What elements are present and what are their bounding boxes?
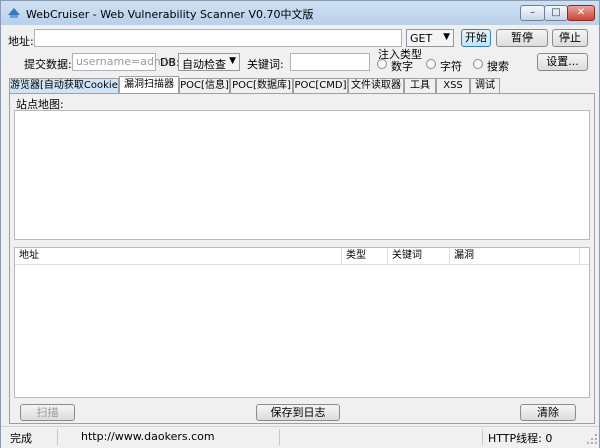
post-data-label: 提交数据: (24, 58, 72, 71)
clear-button[interactable]: 清除 (520, 404, 576, 421)
results-table[interactable]: 地址 类型 关键词 漏洞 (14, 247, 590, 398)
status-divider (482, 429, 483, 445)
db-select[interactable]: 自动检查 ▼ (178, 53, 240, 71)
http-threads-count: HTTP线程: 0 (488, 432, 553, 445)
tab-browser[interactable]: 游览器[自动获取Cookie] (9, 78, 119, 93)
radio-string-label: 字符 (440, 60, 462, 73)
method-select-value: GET (410, 32, 433, 45)
tab-xss[interactable]: XSS (436, 78, 470, 93)
start-button[interactable]: 开始 (461, 29, 491, 47)
tab-poc-database[interactable]: POC[数据库] (230, 78, 293, 93)
resize-grip-icon[interactable] (586, 433, 598, 445)
sitemap-tree[interactable] (14, 110, 590, 240)
close-button[interactable]: ✕ (567, 5, 595, 21)
radio-search[interactable] (473, 59, 483, 69)
app-window: WebCruiser - Web Vulnerability Scanner V… (0, 0, 600, 448)
keyword-label: 关键词: (247, 58, 284, 71)
status-text: 完成 (10, 432, 32, 445)
stop-button[interactable]: 停止 (552, 29, 588, 47)
title-bar[interactable]: WebCruiser - Web Vulnerability Scanner V… (1, 1, 599, 25)
tab-file-reader[interactable]: 文件读取器 (348, 78, 404, 93)
keyword-input[interactable] (290, 53, 370, 71)
tab-debug[interactable]: 调试 (470, 78, 500, 93)
chevron-down-icon: ▼ (443, 32, 450, 42)
tab-poc-cmd[interactable]: POC[CMD] (293, 78, 348, 93)
minimize-button[interactable]: – (520, 5, 545, 21)
column-header-keyword[interactable]: 关键词 (388, 248, 450, 264)
status-divider (57, 429, 58, 445)
scanner-panel: 站点地图: 地址 类型 关键词 漏洞 扫描 保存到日志 清除 (9, 93, 595, 424)
radio-number-label: 数字 (391, 60, 413, 73)
address-input[interactable] (34, 29, 402, 47)
app-logo-icon (8, 8, 20, 18)
settings-button[interactable]: 设置... (537, 53, 588, 71)
save-log-button[interactable]: 保存到日志 (256, 404, 340, 421)
post-data-input[interactable]: username=admin (72, 53, 175, 71)
tab-vuln-scanner[interactable]: 漏洞扫描器 (119, 76, 179, 94)
status-url: http://www.daokers.com (81, 430, 215, 443)
tab-poc-info[interactable]: POC[信息] (179, 78, 230, 93)
address-label: 地址: (8, 35, 34, 48)
window-title: WebCruiser - Web Vulnerability Scanner V… (26, 8, 314, 21)
column-header-vulnerability[interactable]: 漏洞 (450, 248, 580, 264)
radio-number[interactable] (377, 59, 387, 69)
column-header-address[interactable]: 地址 (15, 248, 342, 264)
method-select[interactable]: GET ▼ (406, 29, 454, 47)
radio-search-label: 搜索 (487, 60, 509, 73)
tab-tools[interactable]: 工具 (404, 78, 436, 93)
db-label: DB: (160, 56, 180, 69)
db-select-value: 自动检查 (182, 58, 226, 71)
radio-string[interactable] (426, 59, 436, 69)
status-bar: 完成 http://www.daokers.com HTTP线程: 0 (1, 426, 599, 448)
pause-button[interactable]: 暂停 (496, 29, 548, 47)
scan-button[interactable]: 扫描 (20, 404, 75, 421)
maximize-button[interactable]: □ (544, 5, 568, 21)
status-divider (279, 429, 280, 445)
table-header: 地址 类型 关键词 漏洞 (15, 248, 589, 265)
column-header-type[interactable]: 类型 (342, 248, 388, 264)
chevron-down-icon: ▼ (229, 56, 236, 66)
